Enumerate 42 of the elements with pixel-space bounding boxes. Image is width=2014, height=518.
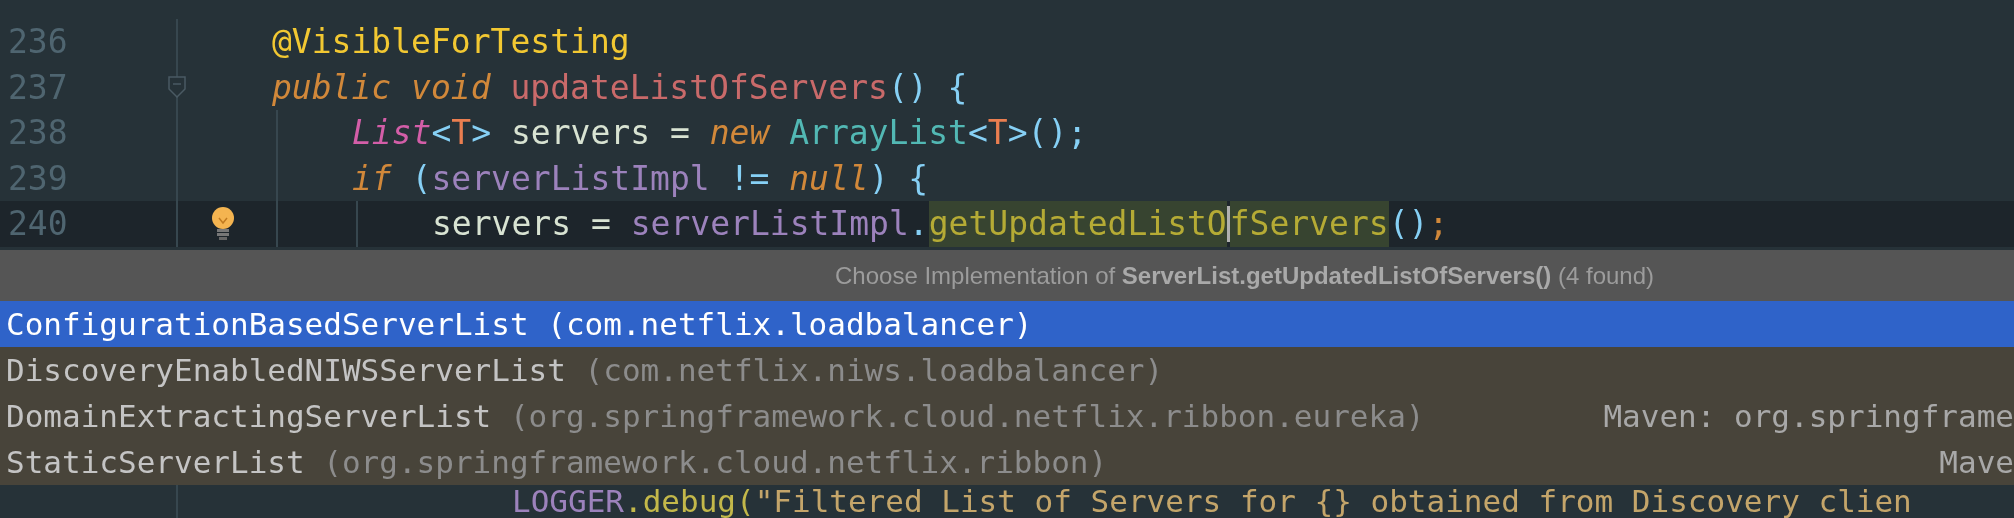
code-token: < <box>967 112 988 154</box>
code-token: ; <box>1428 203 1449 245</box>
implementation-item[interactable]: DiscoveryEnabledNIWSServerList (com.netflix.niws.loadbalancer) <box>0 347 2014 393</box>
code-token: < <box>431 112 452 154</box>
code-token: getUpdatedListO <box>928 201 1227 247</box>
line-number: 240 <box>7 204 69 244</box>
implementation-item[interactable]: StaticServerList (org.springframework.cloud.netflix.ribbon) Mave <box>0 439 2014 485</box>
code-token: T <box>987 112 1008 154</box>
code-token: () { <box>887 66 968 109</box>
implementation-item[interactable]: ConfigurationBasedServerList (com.netflix.loadbalancer) <box>0 301 2014 347</box>
lightbulb-icon[interactable] <box>210 205 236 242</box>
code-token: servers = <box>509 112 691 154</box>
code-token: public void <box>272 66 492 109</box>
line-number: 239 <box>7 158 69 198</box>
code-token: updateListOfServers <box>510 66 888 109</box>
code-token: @VisibleForTesting <box>272 21 630 63</box>
code-token: . <box>908 203 929 245</box>
code-token: .debug( <box>624 485 755 518</box>
code-token: != <box>728 157 771 200</box>
code-token: T <box>451 112 472 154</box>
code-token: () <box>1388 203 1429 245</box>
code-token: fServers <box>1229 201 1389 247</box>
code-token: ) { <box>868 157 929 200</box>
code-token: if <box>352 157 392 200</box>
code-token: List <box>352 112 432 154</box>
code-token: ( <box>410 157 432 200</box>
code-token: > <box>471 112 492 154</box>
code-token: "Filtered List of Servers for {} obtained from Discovery clien <box>754 485 1912 518</box>
code-token: serverListImpl <box>630 203 909 245</box>
line-number: 236 <box>7 22 69 62</box>
code-token: serverListImpl <box>431 157 710 200</box>
implementation-item[interactable]: DomainExtractingServerList (org.springframework.cloud.netflix.ribbon.eureka) Maven: org.springframe <box>0 393 2014 439</box>
line-number: 237 <box>7 67 69 107</box>
popup-title: Choose Implementation of ServerList.getUpdatedListOfServers() (4 found) <box>0 250 2014 301</box>
code-token: LOGGER <box>512 485 624 518</box>
code-token: servers = <box>432 203 612 245</box>
text-caret <box>1226 205 1230 242</box>
code-token: new <box>709 112 772 154</box>
line-number: 238 <box>7 113 69 153</box>
code-token: ArrayList <box>789 112 968 154</box>
code-token: >(); <box>1007 112 1088 154</box>
code-token: null <box>789 157 869 200</box>
